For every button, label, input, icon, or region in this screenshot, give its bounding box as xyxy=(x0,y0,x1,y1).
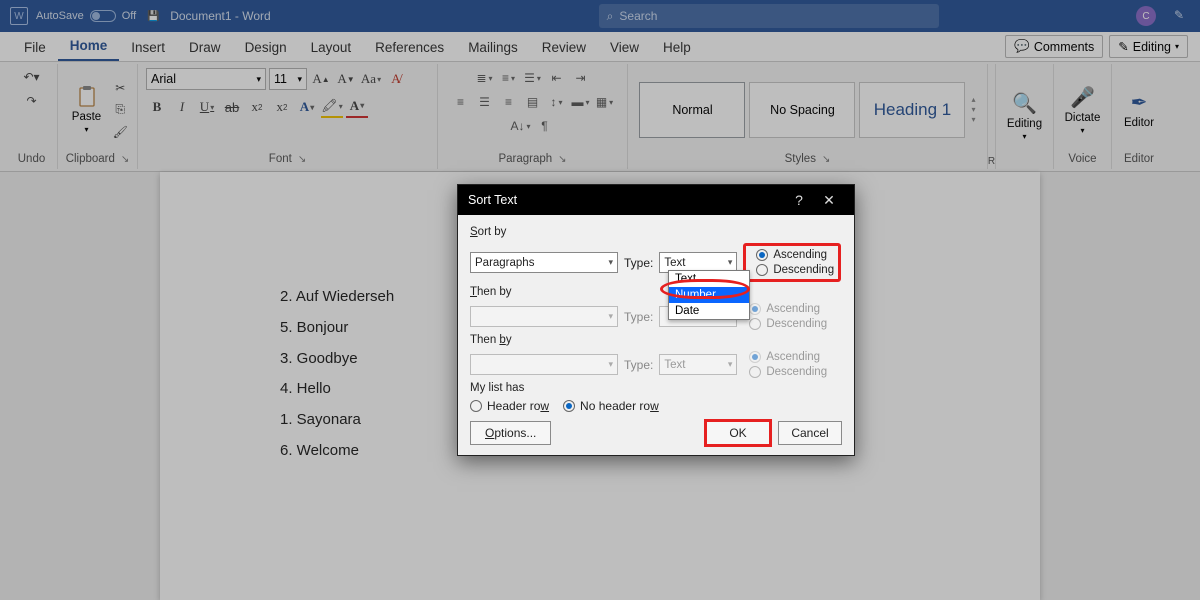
then1-ascending-radio: Ascending xyxy=(749,303,827,315)
help-icon[interactable]: ? xyxy=(784,192,814,208)
then1-descending-radio: Descending xyxy=(749,318,827,330)
highlight-ascending-descending: Ascending Descending xyxy=(743,243,841,282)
dialog-titlebar[interactable]: Sort Text ? ✕ xyxy=(458,185,854,215)
then-by-2-field-select: ▾ xyxy=(470,354,618,375)
type-label-3: Type: xyxy=(624,358,653,372)
ok-button[interactable]: OK xyxy=(706,421,770,445)
close-icon[interactable]: ✕ xyxy=(814,192,844,209)
sort-text-dialog: Sort Text ? ✕ Sort by Paragraphs▾ Type: … xyxy=(457,184,855,456)
then-by-label-1: Then by xyxy=(470,286,842,298)
then-by-1-field-select[interactable]: ▾ xyxy=(470,306,618,327)
no-header-row-radio[interactable]: No header row xyxy=(563,399,659,413)
type-label: Type: xyxy=(624,256,653,270)
sort-by-field-select[interactable]: Paragraphs▾ xyxy=(470,252,618,273)
then2-ascending-radio: Ascending xyxy=(749,351,827,363)
dropdown-option-number[interactable]: Number xyxy=(669,287,749,303)
then-by-2-type-select: Text▾ xyxy=(659,354,737,375)
dropdown-option-date[interactable]: Date xyxy=(669,303,749,319)
dialog-title: Sort Text xyxy=(468,193,517,207)
then-by-label-2: Then by xyxy=(470,334,842,346)
options-button[interactable]: Options... xyxy=(470,421,551,445)
header-row-radio[interactable]: Header row xyxy=(470,399,549,413)
type-label-2: Type: xyxy=(624,310,653,324)
descending-radio[interactable]: Descending xyxy=(756,264,834,276)
cancel-button[interactable]: Cancel xyxy=(778,421,842,445)
then2-descending-radio: Descending xyxy=(749,366,827,378)
mylist-label: My list has xyxy=(470,382,842,394)
sort-by-label: Sort by xyxy=(470,226,842,238)
dropdown-option-text[interactable]: Text xyxy=(669,271,749,287)
ascending-radio[interactable]: Ascending xyxy=(756,249,834,261)
type-dropdown-open[interactable]: Text Number Date xyxy=(668,270,750,320)
